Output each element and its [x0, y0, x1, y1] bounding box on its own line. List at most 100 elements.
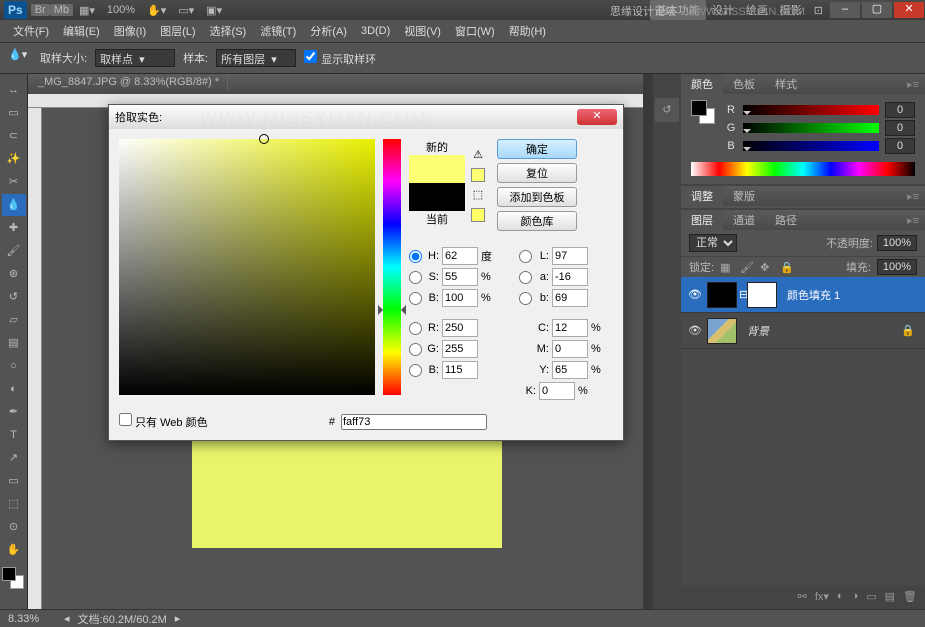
pen-tool[interactable]: ✒ — [2, 401, 26, 423]
menu-image[interactable]: 图像(I) — [107, 23, 153, 39]
tab-masks[interactable]: 蒙版 — [723, 186, 765, 206]
close-button[interactable]: ✕ — [894, 2, 924, 18]
workspace-design[interactable]: 设计 — [706, 0, 740, 20]
workspace-basic[interactable]: 基本功能 — [650, 0, 706, 20]
dodge-tool[interactable]: ◐ — [2, 378, 26, 400]
lock-transparent-icon[interactable]: ▦ — [720, 261, 734, 274]
maximize-button[interactable]: ▢ — [862, 2, 892, 18]
websafe-icon[interactable]: ⬚ — [471, 188, 485, 202]
fg-bg-swatch[interactable] — [691, 100, 719, 128]
document-tab[interactable]: _MG_8847.JPG @ 8.33%(RGB/8#) * — [28, 74, 643, 94]
b-slider[interactable] — [743, 141, 879, 151]
bl-input[interactable] — [552, 289, 588, 307]
tab-paths[interactable]: 路径 — [765, 210, 807, 230]
stamp-tool[interactable]: ⊛ — [2, 263, 26, 285]
layer-row[interactable]: 👁 背景 🔒 — [681, 313, 925, 349]
new-layer-icon[interactable]: ▤ — [885, 590, 895, 603]
visibility-icon[interactable]: 👁 — [685, 324, 705, 337]
arrange-icon[interactable]: ▭▾ — [172, 2, 200, 19]
g-input[interactable] — [885, 120, 915, 136]
visibility-icon[interactable]: 👁 — [685, 288, 705, 301]
fx-icon[interactable]: fx▾ — [815, 590, 829, 603]
bf-input[interactable] — [442, 289, 478, 307]
sample-size-select[interactable]: 取样点 ▾ — [95, 49, 175, 67]
eraser-tool[interactable]: ▱ — [2, 309, 26, 331]
bridge-button[interactable]: Br — [31, 4, 50, 16]
menu-window[interactable]: 窗口(W) — [448, 23, 502, 39]
camera-tool[interactable]: ⊙ — [2, 516, 26, 538]
gradient-tool[interactable]: ▤ — [2, 332, 26, 354]
link-icon[interactable]: ⚯ — [798, 590, 807, 603]
r-input[interactable] — [442, 319, 478, 337]
history-icon[interactable]: ↺ — [655, 98, 679, 122]
trash-icon[interactable]: 🗑 — [903, 590, 917, 603]
picker-ring[interactable] — [259, 134, 269, 144]
tab-layers[interactable]: 图层 — [681, 210, 723, 230]
layer-row[interactable]: 👁 ⊟ 颜色填充 1 — [681, 277, 925, 313]
g-input[interactable] — [442, 340, 478, 358]
s-radio[interactable] — [409, 271, 422, 284]
brush-tool[interactable]: 🖌 — [2, 240, 26, 262]
bl-radio[interactable] — [519, 292, 532, 305]
menu-edit[interactable]: 编辑(E) — [56, 23, 107, 39]
menu-help[interactable]: 帮助(H) — [502, 23, 553, 39]
m-input[interactable] — [552, 340, 588, 358]
screen-mode-icon[interactable]: ▦▾ — [73, 2, 101, 19]
gamut-warning-icon[interactable]: ⚠ — [471, 148, 485, 162]
fill-adjust-icon[interactable]: ◑ — [852, 590, 859, 602]
menu-filter[interactable]: 滤镜(T) — [253, 23, 303, 39]
c-input[interactable] — [552, 319, 588, 337]
a-input[interactable] — [552, 268, 588, 286]
websafe-swatch[interactable] — [471, 208, 485, 222]
doc-info[interactable]: 文档:60.2M/60.2M — [70, 611, 175, 627]
minibridge-button[interactable]: Mb — [50, 4, 73, 16]
marquee-tool[interactable]: ▭ — [2, 102, 26, 124]
show-ring-checkbox[interactable]: 显示取样环 — [304, 50, 376, 67]
tab-swatches[interactable]: 色板 — [723, 74, 765, 94]
l-input[interactable] — [552, 247, 588, 265]
s-input[interactable] — [442, 268, 478, 286]
web-only-checkbox[interactable]: 只有 Web 颜色 — [119, 413, 208, 430]
r-radio[interactable] — [409, 322, 422, 335]
h-radio[interactable] — [409, 250, 422, 263]
lock-image-icon[interactable]: 🖌 — [740, 261, 754, 274]
layer-thumb[interactable] — [707, 282, 737, 308]
g-radio[interactable] — [409, 343, 422, 356]
opacity-input[interactable] — [877, 235, 917, 251]
fill-input[interactable] — [877, 259, 917, 275]
menu-file[interactable]: 文件(F) — [6, 23, 56, 39]
hand-icon[interactable]: ✋▾ — [141, 2, 172, 19]
saturation-field[interactable] — [119, 139, 375, 395]
menu-layer[interactable]: 图层(L) — [153, 23, 202, 39]
reset-button[interactable]: 复位 — [497, 163, 577, 183]
group-icon[interactable]: ▭ — [866, 590, 876, 603]
blend-mode-select[interactable]: 正常 — [689, 234, 737, 252]
zoom-level[interactable]: 100% — [101, 2, 141, 18]
cslive-icon[interactable]: ⊡ — [808, 2, 829, 19]
h-input[interactable] — [442, 247, 478, 265]
panel-menu-icon[interactable]: ▸≡ — [901, 214, 925, 227]
bc-radio[interactable] — [409, 364, 422, 377]
blur-tool[interactable]: ○ — [2, 355, 26, 377]
hand-tool[interactable]: ✋ — [2, 539, 26, 561]
shape-tool[interactable]: ▭ — [2, 470, 26, 492]
color-swatches[interactable] — [2, 567, 26, 595]
tab-channels[interactable]: 通道 — [723, 210, 765, 230]
menu-3d[interactable]: 3D(D) — [354, 25, 397, 37]
lock-position-icon[interactable]: ✥ — [760, 261, 774, 274]
spectrum-bar[interactable] — [691, 162, 915, 176]
lasso-tool[interactable]: ⊂ — [2, 125, 26, 147]
ruler-vertical[interactable] — [28, 108, 42, 609]
sample-select[interactable]: 所有图层 ▾ — [216, 49, 296, 67]
eyedropper-tool[interactable]: 💧 — [2, 194, 26, 216]
tab-adjustments[interactable]: 调整 — [681, 186, 723, 206]
r-slider[interactable] — [743, 105, 879, 115]
y-input[interactable] — [552, 361, 588, 379]
bc-input[interactable] — [442, 361, 478, 379]
mask-icon[interactable]: ◐ — [837, 590, 844, 602]
lock-all-icon[interactable]: 🔒 — [780, 261, 794, 274]
panel-divider[interactable] — [643, 74, 653, 609]
dialog-close-button[interactable]: ✕ — [577, 109, 617, 125]
panel-menu-icon[interactable]: ▸≡ — [901, 78, 925, 91]
current-color-swatch[interactable] — [409, 183, 465, 211]
